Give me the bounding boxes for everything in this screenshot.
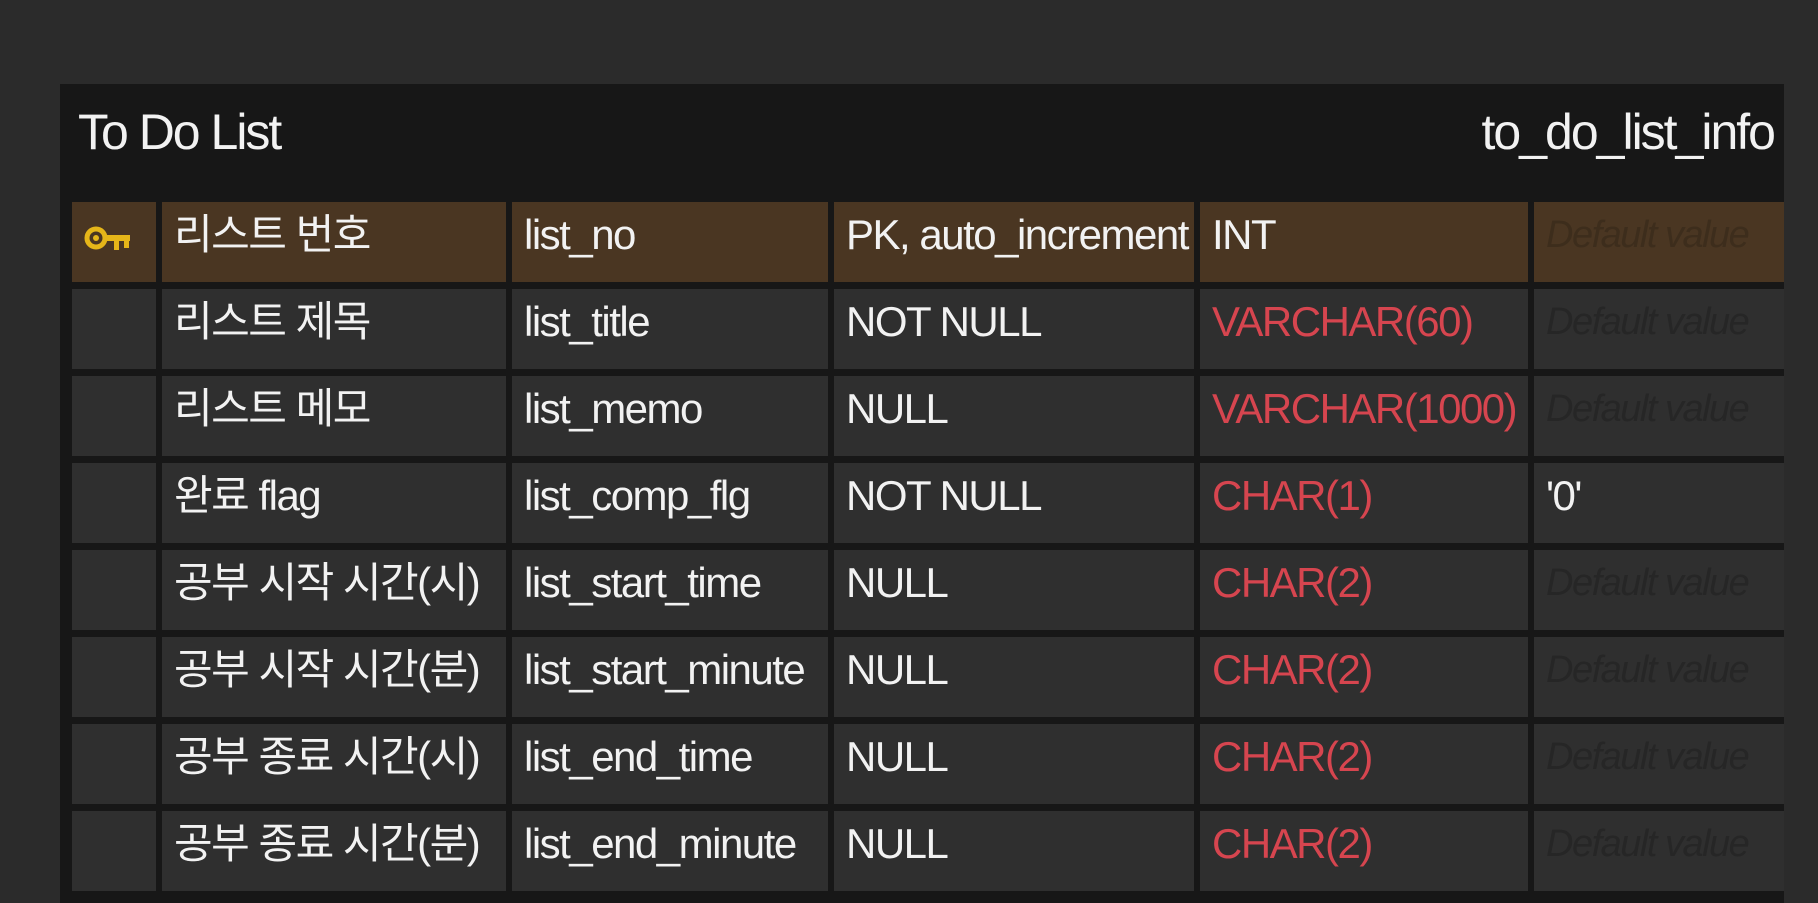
column-option: NULL (834, 637, 1194, 717)
column-datatype: CHAR(2) (1200, 724, 1528, 804)
column-datatype: CHAR(2) (1200, 550, 1528, 630)
key-cell (72, 463, 156, 543)
column-logical-name: 리스트 번호 (162, 202, 506, 282)
column-logical-name: 리스트 제목 (162, 289, 506, 369)
entity-table[interactable]: To Do List to_do_list_info 리스트 번호 list_n… (60, 84, 1784, 903)
column-row[interactable]: 리스트 번호 list_no PK, auto_increment INT De… (72, 202, 1784, 282)
key-cell (72, 289, 156, 369)
entity-physical-name: to_do_list_info (1481, 104, 1776, 160)
column-physical-name: list_start_minute (512, 637, 828, 717)
column-physical-name: list_end_time (512, 724, 828, 804)
key-cell (72, 811, 156, 891)
entity-logical-name: To Do List (78, 104, 282, 160)
column-datatype: VARCHAR(1000) (1200, 376, 1528, 456)
column-datatype: CHAR(2) (1200, 811, 1528, 891)
key-cell (72, 637, 156, 717)
column-option: NOT NULL (834, 463, 1194, 543)
column-physical-name: list_title (512, 289, 828, 369)
column-option: NULL (834, 724, 1194, 804)
column-logical-name: 공부 종료 시간(시) (162, 724, 506, 804)
column-row[interactable]: 공부 종료 시간(분) list_end_minute NULL CHAR(2)… (72, 811, 1784, 891)
column-logical-name: 공부 시작 시간(분) (162, 637, 506, 717)
key-icon (84, 226, 130, 250)
column-logical-name: 완료 flag (162, 463, 506, 543)
column-row[interactable]: 리스트 메모 list_memo NULL VARCHAR(1000) Defa… (72, 376, 1784, 456)
column-option: NULL (834, 376, 1194, 456)
column-physical-name: list_end_minute (512, 811, 828, 891)
column-physical-name: list_no (512, 202, 828, 282)
column-option: NULL (834, 550, 1194, 630)
key-cell (72, 376, 156, 456)
entity-header: To Do List to_do_list_info (60, 84, 1784, 184)
column-physical-name: list_memo (512, 376, 828, 456)
erd-canvas: To Do List to_do_list_info 리스트 번호 list_n… (0, 0, 1818, 903)
column-row[interactable]: 리스트 제목 list_title NOT NULL VARCHAR(60) D… (72, 289, 1784, 369)
column-logical-name: 공부 종료 시간(분) (162, 811, 506, 891)
column-datatype: CHAR(1) (1200, 463, 1528, 543)
column-default: Default value (1534, 289, 1784, 369)
column-physical-name: list_start_time (512, 550, 828, 630)
column-logical-name: 리스트 메모 (162, 376, 506, 456)
column-option: NULL (834, 811, 1194, 891)
column-option: NOT NULL (834, 289, 1194, 369)
column-row[interactable]: 공부 시작 시간(분) list_start_minute NULL CHAR(… (72, 637, 1784, 717)
key-cell (72, 724, 156, 804)
column-datatype: CHAR(2) (1200, 637, 1528, 717)
column-default: Default value (1534, 637, 1784, 717)
column-default: Default value (1534, 550, 1784, 630)
column-physical-name: list_comp_flg (512, 463, 828, 543)
key-cell (72, 202, 156, 282)
column-logical-name: 공부 시작 시간(시) (162, 550, 506, 630)
column-row[interactable]: 완료 flag list_comp_flg NOT NULL CHAR(1) '… (72, 463, 1784, 543)
column-default: '0' (1534, 463, 1784, 543)
column-datatype: VARCHAR(60) (1200, 289, 1528, 369)
column-row[interactable]: 공부 시작 시간(시) list_start_time NULL CHAR(2)… (72, 550, 1784, 630)
column-default: Default value (1534, 376, 1784, 456)
column-row[interactable]: 공부 종료 시간(시) list_end_time NULL CHAR(2) D… (72, 724, 1784, 804)
column-list: 리스트 번호 list_no PK, auto_increment INT De… (72, 202, 1784, 898)
column-datatype: INT (1200, 202, 1528, 282)
column-default: Default value (1534, 811, 1784, 891)
key-cell (72, 550, 156, 630)
column-option: PK, auto_increment (834, 202, 1194, 282)
column-default: Default value (1534, 724, 1784, 804)
column-default: Default value (1534, 202, 1784, 282)
